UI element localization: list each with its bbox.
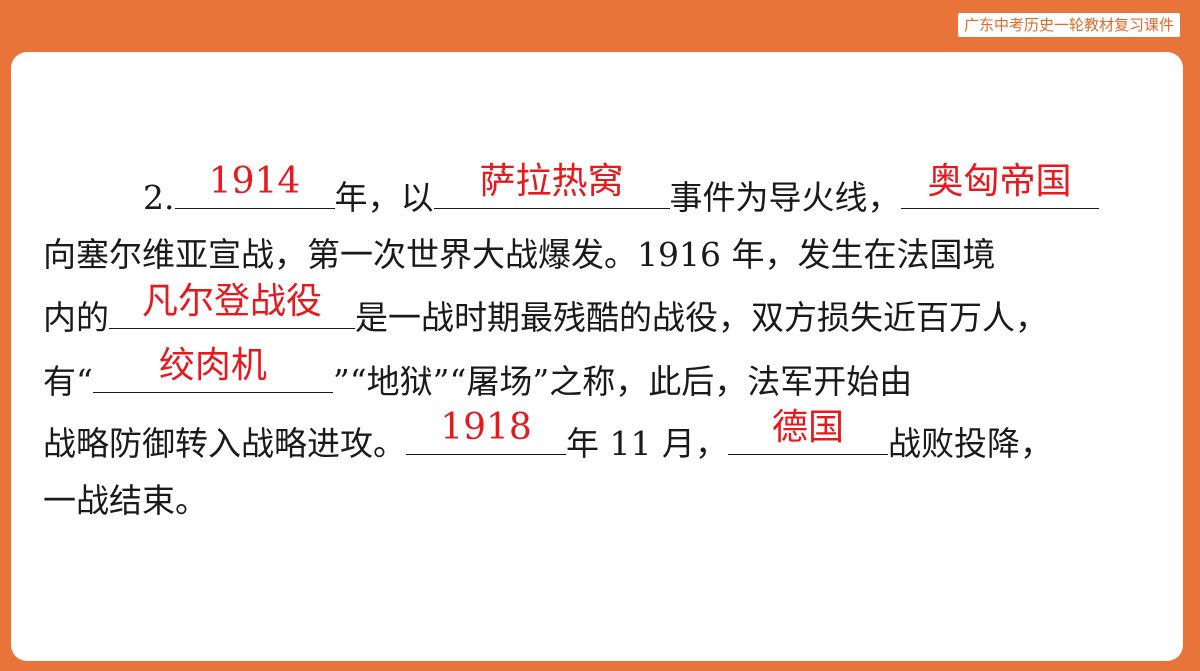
question-line-1: 2. 1914 年，以 萨拉热窝 事件为导火线， 奥匈帝国	[143, 161, 1099, 226]
answer-2: 萨拉热窝	[479, 161, 624, 202]
text-segment: 向塞尔维亚宣战，第一次世界大战爆发。1916 年，发生在法国境	[43, 235, 996, 274]
answer-5: 绞肉机	[158, 345, 267, 386]
question-line-2: 向塞尔维亚宣战，第一次世界大战爆发。1916 年，发生在法国境	[43, 224, 995, 286]
text-segment: 是一战时期最残酷的战役，双方损失近百万人，	[355, 298, 1048, 337]
answer-blank-5: 绞肉机	[92, 345, 333, 393]
text-segment: 事件为导火线，	[669, 178, 901, 217]
answer-blank-1: 1914	[174, 161, 335, 209]
text-segment: 年，以	[334, 178, 434, 217]
answer-blank-2: 萨拉热窝	[433, 161, 670, 209]
answer-blank-6: 1918	[406, 407, 566, 455]
text-segment: 内的	[43, 298, 109, 337]
text-segment: ”“地狱”“屠场”之称，此后，法军开始由	[332, 362, 913, 401]
text-segment: 战败投降，	[887, 424, 1053, 463]
answer-4: 凡尔登战役	[141, 281, 322, 322]
text-segment: 一战结束。	[43, 481, 208, 520]
answer-blank-3: 奥匈帝国	[900, 161, 1099, 209]
answer-7: 德国	[771, 407, 844, 448]
text-segment: 年 11 月，	[566, 424, 728, 463]
course-title-badge: 广东中考历史一轮教材复习课件	[957, 13, 1180, 37]
answer-blank-4: 凡尔登战役	[109, 281, 355, 329]
answer-blank-7: 德国	[727, 407, 888, 455]
question-number: 2.	[143, 178, 175, 217]
question-line-3: 内的 凡尔登战役 是一战时期最残酷的战役，双方损失近百万人，	[43, 281, 1048, 346]
answer-3: 奥匈帝国	[927, 161, 1072, 202]
question-line-5: 战略防御转入战略进攻。 1918 年 11 月， 德国 战败投降，	[43, 407, 1053, 472]
question-line-4: 有“ 绞肉机 ”“地狱”“屠场”之称，此后，法军开始由	[43, 345, 913, 410]
answer-6: 1918	[440, 407, 532, 448]
slide-content-card: 2. 1914 年，以 萨拉热窝 事件为导火线， 奥匈帝国 向塞尔维亚宣战，第一次世界大战…	[11, 52, 1183, 661]
answer-1: 1914	[208, 161, 301, 202]
text-segment: 有“	[43, 362, 93, 401]
question-line-6: 一战结束。	[43, 470, 208, 532]
text-segment: 战略防御转入战略进攻。	[43, 424, 406, 463]
